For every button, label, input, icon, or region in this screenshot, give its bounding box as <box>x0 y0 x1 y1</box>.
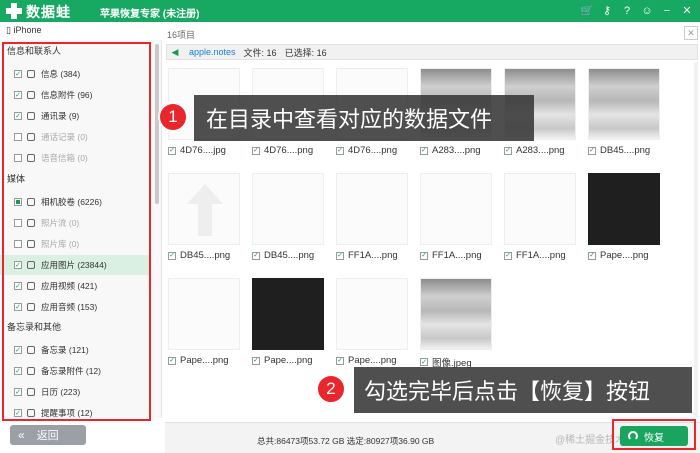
callout-number: 1 <box>158 102 188 132</box>
checkbox[interactable] <box>588 146 596 155</box>
path-bar: ◀ apple.notes 文件: 16 已选择: 16 <box>166 44 698 60</box>
checkbox[interactable] <box>168 356 176 365</box>
file-thumbnail[interactable] <box>504 173 576 245</box>
checkbox[interactable] <box>252 356 260 365</box>
file-name: A283....png <box>420 145 481 156</box>
file-name-label: 4D76....png <box>348 145 398 156</box>
files-stat: 文件: 16 <box>243 47 277 58</box>
file-name-label: 4D76....png <box>264 145 314 156</box>
file-thumbnail[interactable] <box>252 278 324 350</box>
main-header: 16项目 ✕ <box>165 24 700 42</box>
checkbox[interactable] <box>420 358 428 366</box>
file-name-label: A283....png <box>432 145 481 156</box>
file-thumbnail[interactable] <box>588 173 660 245</box>
highlight-box-recover <box>612 419 696 450</box>
file-name-label: DB45....png <box>264 250 315 261</box>
file-name-label: FF1A....png <box>516 250 566 261</box>
file-name-label: FF1A....png <box>432 250 482 261</box>
file-name-label: DB45....png <box>180 250 231 261</box>
file-name-label: A283....png <box>516 145 565 156</box>
file-name-label: FF1A....png <box>348 250 398 261</box>
checkbox[interactable] <box>168 146 176 155</box>
checkbox[interactable] <box>588 251 596 260</box>
brand-name: 数据蛙 <box>26 4 71 20</box>
close-icon[interactable]: ✕ <box>680 3 694 19</box>
file-name: 4D76....png <box>252 145 313 156</box>
file-thumbnail[interactable] <box>336 278 408 350</box>
sidebar-scrollbar[interactable] <box>155 44 159 204</box>
app-logo-icon <box>5 2 23 20</box>
file-name: Pape....png <box>168 355 229 366</box>
checkbox[interactable] <box>252 251 260 260</box>
callout-text: 在目录中查看对应的数据文件 <box>206 107 493 132</box>
file-name: FF1A....png <box>336 250 398 261</box>
chat-icon[interactable]: ☺ <box>640 3 654 19</box>
file-thumbnail[interactable] <box>588 68 660 140</box>
checkbox[interactable] <box>168 251 176 260</box>
file-name-label: Pape....png <box>600 250 649 261</box>
file-name: FF1A....png <box>504 250 566 261</box>
file-name: DB45....png <box>168 250 230 261</box>
file-name: A283....png <box>504 145 565 156</box>
callout-1: 1 在目录中查看对应的数据文件 <box>158 95 534 141</box>
highlight-box-sidebar <box>2 42 151 421</box>
title-bar: 数据蛙 苹果恢复专家 (未注册) 🛒 ⚷ ? ☺ − ✕ <box>0 0 700 22</box>
checkbox[interactable] <box>504 251 512 260</box>
file-name: Pape....png <box>252 355 313 366</box>
file-name-label: Pape....png <box>180 355 229 366</box>
arrow-left-icon[interactable]: ◀ <box>167 45 183 59</box>
minimize-icon[interactable]: − <box>660 3 674 19</box>
help-icon[interactable]: ? <box>620 3 634 19</box>
file-thumbnail[interactable] <box>420 173 492 245</box>
checkbox[interactable] <box>420 146 428 155</box>
file-name-label: Pape....png <box>348 355 397 366</box>
cart-icon[interactable]: 🛒 <box>580 3 594 19</box>
checkbox[interactable] <box>420 251 428 260</box>
file-thumbnail[interactable] <box>168 278 240 350</box>
file-name: 4D76....jpg <box>168 145 226 156</box>
double-chevron-left-icon: « <box>18 428 25 442</box>
file-thumbnail[interactable] <box>168 173 240 245</box>
key-icon[interactable]: ⚷ <box>600 3 614 19</box>
callout-2: 2 勾选完毕后点击【恢复】按钮 <box>316 367 692 413</box>
checkbox[interactable] <box>336 251 344 260</box>
file-thumbnail[interactable] <box>420 278 492 350</box>
folder-path[interactable]: apple.notes <box>189 47 236 57</box>
file-thumbnail[interactable] <box>252 173 324 245</box>
checkbox[interactable] <box>252 146 260 155</box>
checkbox[interactable] <box>504 146 512 155</box>
file-name: FF1A....png <box>420 250 482 261</box>
callout-text: 勾选完毕后点击【恢复】按钮 <box>364 379 651 404</box>
selected-stat: 已选择: 16 <box>284 47 327 58</box>
item-count: 16项目 <box>167 30 196 40</box>
grid-scrollbar[interactable] <box>694 62 698 417</box>
file-name: Pape....png <box>336 355 397 366</box>
arrow-up-icon <box>187 184 223 236</box>
file-thumbnail[interactable] <box>336 173 408 245</box>
device-label[interactable]: ▯ iPhone <box>6 25 41 36</box>
window-title: 苹果恢复专家 (未注册) <box>100 9 200 20</box>
checkbox[interactable] <box>336 356 344 365</box>
file-name: Pape....png <box>588 250 649 261</box>
selection-summary: 总共:86473项53.72 GB 选定:80927项36.90 GB <box>257 436 435 446</box>
callout-number: 2 <box>316 374 346 404</box>
file-name: DB45....png <box>252 250 314 261</box>
file-name: DB45....png <box>588 145 650 156</box>
panel-close-icon[interactable]: ✕ <box>684 26 698 40</box>
file-name-label: 4D76....jpg <box>180 145 226 156</box>
file-name: 4D76....png <box>336 145 397 156</box>
checkbox[interactable] <box>336 146 344 155</box>
back-button[interactable]: « 返回 <box>10 425 86 445</box>
file-name-label: DB45....png <box>600 145 651 156</box>
back-button-label: 返回 <box>36 430 59 442</box>
file-name-label: Pape....png <box>264 355 313 366</box>
